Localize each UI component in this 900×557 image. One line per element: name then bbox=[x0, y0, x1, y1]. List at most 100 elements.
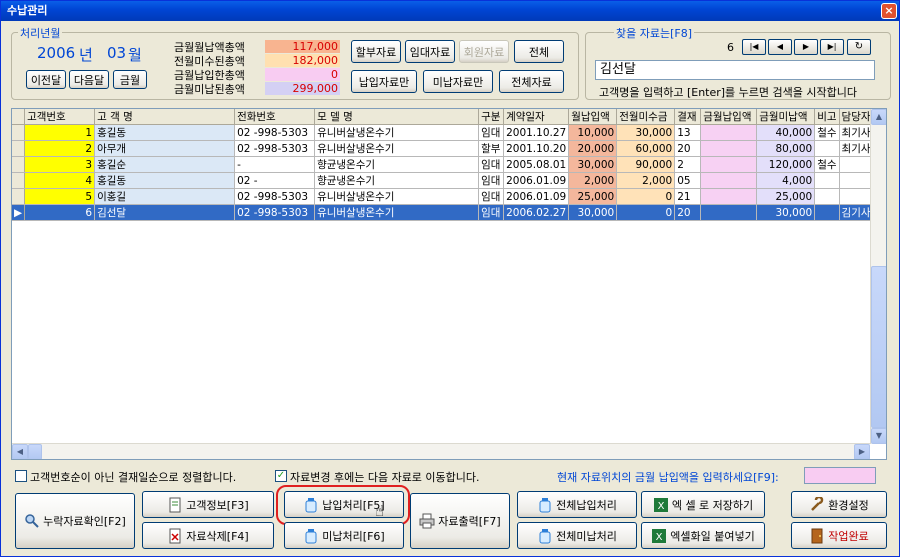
cell-unpaid[interactable]: 40,000 bbox=[756, 124, 816, 141]
unpaid-only-button[interactable]: 미납자료만 bbox=[423, 70, 493, 93]
cell-pay[interactable]: 20 bbox=[674, 204, 702, 221]
cell-note[interactable] bbox=[814, 204, 840, 221]
col-header-paid[interactable]: 금월납입액 bbox=[700, 109, 758, 125]
cell-unpaid[interactable]: 30,000 bbox=[756, 204, 816, 221]
cell-paid[interactable] bbox=[700, 188, 758, 205]
cell-paid[interactable] bbox=[700, 172, 758, 189]
cell-date[interactable]: 2001.10.20 bbox=[503, 140, 570, 157]
cell-prev[interactable]: 0 bbox=[616, 204, 676, 221]
cell-pay[interactable]: 2 bbox=[674, 156, 702, 173]
done-button[interactable]: 작업완료 bbox=[791, 522, 887, 549]
cell-model[interactable]: 유니버살냉온수기 bbox=[314, 188, 480, 205]
unpaid-all-button[interactable]: 전체미납처리 bbox=[517, 522, 637, 549]
row-indicator[interactable] bbox=[12, 124, 26, 141]
cell-pay[interactable]: 21 bbox=[674, 188, 702, 205]
col-header-id[interactable]: 고객번호 bbox=[24, 109, 96, 125]
cell-paid[interactable] bbox=[700, 156, 758, 173]
cell-id[interactable]: 5 bbox=[24, 188, 96, 205]
cell-name[interactable]: 홍길순 bbox=[94, 156, 236, 173]
refresh-button[interactable]: ↻ bbox=[847, 39, 871, 55]
scroll-down-button[interactable]: ▼ bbox=[871, 428, 886, 444]
cell-phone[interactable]: 02 -998-5303 bbox=[234, 140, 316, 157]
scroll-left-button[interactable]: ◀ bbox=[12, 444, 28, 459]
cell-type[interactable]: 임대 bbox=[478, 204, 505, 221]
col-header-type[interactable]: 구분 bbox=[478, 109, 505, 125]
cell-name[interactable]: 홍길동 bbox=[94, 172, 236, 189]
scroll-thumb[interactable] bbox=[871, 266, 886, 428]
col-header-monthly[interactable]: 월납입액 bbox=[568, 109, 618, 125]
cell-type[interactable]: 임대 bbox=[478, 156, 505, 173]
cell-monthly[interactable]: 2,000 bbox=[568, 172, 618, 189]
cell-prev[interactable]: 2,000 bbox=[616, 172, 676, 189]
cell-note[interactable] bbox=[814, 188, 840, 205]
cell-model[interactable]: 유니버살냉온수기 bbox=[314, 204, 480, 221]
cell-name[interactable]: 홍길동 bbox=[94, 124, 236, 141]
excel-paste-button[interactable]: X 엑셀화일 붙여넣기 bbox=[641, 522, 765, 549]
cell-date[interactable]: 2006.02.27 bbox=[503, 204, 570, 221]
cell-type[interactable]: 임대 bbox=[478, 172, 505, 189]
cell-date[interactable]: 2006.01.09 bbox=[503, 188, 570, 205]
vertical-scrollbar[interactable]: ▲ ▼ bbox=[870, 109, 886, 444]
search-input[interactable]: 김선달 bbox=[595, 60, 875, 80]
cell-prev[interactable]: 0 bbox=[616, 188, 676, 205]
col-header-prev[interactable]: 전월미수금 bbox=[616, 109, 676, 125]
cell-type[interactable]: 임대 bbox=[478, 124, 505, 141]
hscroll-thumb[interactable] bbox=[28, 444, 42, 459]
cell-monthly[interactable]: 30,000 bbox=[568, 204, 618, 221]
cell-prev[interactable]: 30,000 bbox=[616, 124, 676, 141]
row-indicator[interactable] bbox=[12, 172, 26, 189]
cell-prev[interactable]: 60,000 bbox=[616, 140, 676, 157]
move-checkbox[interactable]: ✓ bbox=[275, 470, 287, 482]
cell-id[interactable]: 4 bbox=[24, 172, 96, 189]
col-header-phone[interactable]: 전화번호 bbox=[234, 109, 316, 125]
table-row[interactable]: 1 홍길동 02 -998-5303 유니버살냉온수기 임대 2001.10.27 10,0… bbox=[12, 124, 880, 141]
cell-note[interactable] bbox=[814, 140, 840, 157]
cell-type[interactable]: 임대 bbox=[478, 188, 505, 205]
sort-label[interactable]: 고객번호순이 아닌 결재일순으로 정렬합니다. bbox=[30, 469, 236, 485]
table-row[interactable]: 4 홍길동 02 - 향균냉온수기 임대 2006.01.09 2,000 2,000 05 4,… bbox=[12, 172, 880, 189]
col-header-unpaid[interactable]: 금월미납액 bbox=[756, 109, 816, 125]
cell-pay[interactable]: 13 bbox=[674, 124, 702, 141]
cell-monthly[interactable]: 10,000 bbox=[568, 124, 618, 141]
col-header-note[interactable]: 비고 bbox=[814, 109, 840, 125]
cell-date[interactable]: 2006.01.09 bbox=[503, 172, 570, 189]
missing-data-button[interactable]: 누락자료확인[F2] bbox=[15, 493, 135, 549]
cell-pay[interactable]: 05 bbox=[674, 172, 702, 189]
col-header-pay[interactable]: 결재 bbox=[674, 109, 702, 125]
table-row[interactable]: 2 아무개 02 -998-5303 유니버살냉온수기 할부 2001.10.20 20,0… bbox=[12, 140, 880, 157]
table-row[interactable]: 3 홍길순 - 향균냉온수기 임대 2005.08.01 30,000 90,000 2 120,… bbox=[12, 156, 880, 173]
installment-filter-button[interactable]: 할부자료 bbox=[351, 40, 401, 63]
cell-id[interactable]: 1 bbox=[24, 124, 96, 141]
cell-id[interactable]: 2 bbox=[24, 140, 96, 157]
amount-input[interactable] bbox=[804, 467, 876, 484]
first-record-button[interactable]: |◀ bbox=[742, 39, 766, 55]
row-indicator[interactable]: ▶ bbox=[12, 204, 26, 221]
cell-paid[interactable] bbox=[700, 124, 758, 141]
cell-phone[interactable]: 02 - bbox=[234, 172, 316, 189]
cell-note[interactable]: 철수 bbox=[814, 124, 840, 141]
cell-paid[interactable] bbox=[700, 204, 758, 221]
unpaid-process-button[interactable]: 미납처리[F6] bbox=[284, 522, 404, 549]
prev-record-button[interactable]: ◀ bbox=[768, 39, 792, 55]
pay-all-button[interactable]: 전체납입처리 bbox=[517, 491, 637, 518]
cell-note[interactable]: 철수 bbox=[814, 156, 840, 173]
table-row[interactable]: ▶ 6 김선달 02 -998-5303 유니버살냉온수기 임대 2006.02.27 30,… bbox=[12, 204, 880, 221]
row-indicator[interactable] bbox=[12, 156, 26, 173]
scroll-up-button[interactable]: ▲ bbox=[871, 109, 886, 125]
cell-name[interactable]: 아무개 bbox=[94, 140, 236, 157]
cell-model[interactable]: 향균냉온수기 bbox=[314, 172, 480, 189]
cell-phone[interactable]: - bbox=[234, 156, 316, 173]
scroll-right-button[interactable]: ▶ bbox=[854, 444, 870, 459]
table-row[interactable]: 5 이홍길 02 -998-5303 유니버살냉온수기 임대 2006.01.09 25,0… bbox=[12, 188, 880, 205]
horizontal-scrollbar[interactable]: ◀ ▶ bbox=[12, 443, 870, 459]
close-button[interactable]: × bbox=[881, 3, 897, 19]
move-label[interactable]: 자료변경 후에는 다음 자료로 이동합니다. bbox=[290, 469, 480, 485]
col-header-name[interactable]: 고 객 명 bbox=[94, 109, 236, 125]
next-month-button[interactable]: 다음달 bbox=[69, 70, 109, 89]
cell-unpaid[interactable]: 80,000 bbox=[756, 140, 816, 157]
cell-id[interactable]: 3 bbox=[24, 156, 96, 173]
delete-data-button[interactable]: 자료삭제[F4] bbox=[142, 522, 274, 549]
cell-date[interactable]: 2001.10.27 bbox=[503, 124, 570, 141]
cell-prev[interactable]: 90,000 bbox=[616, 156, 676, 173]
col-header-model[interactable]: 모 델 명 bbox=[314, 109, 480, 125]
